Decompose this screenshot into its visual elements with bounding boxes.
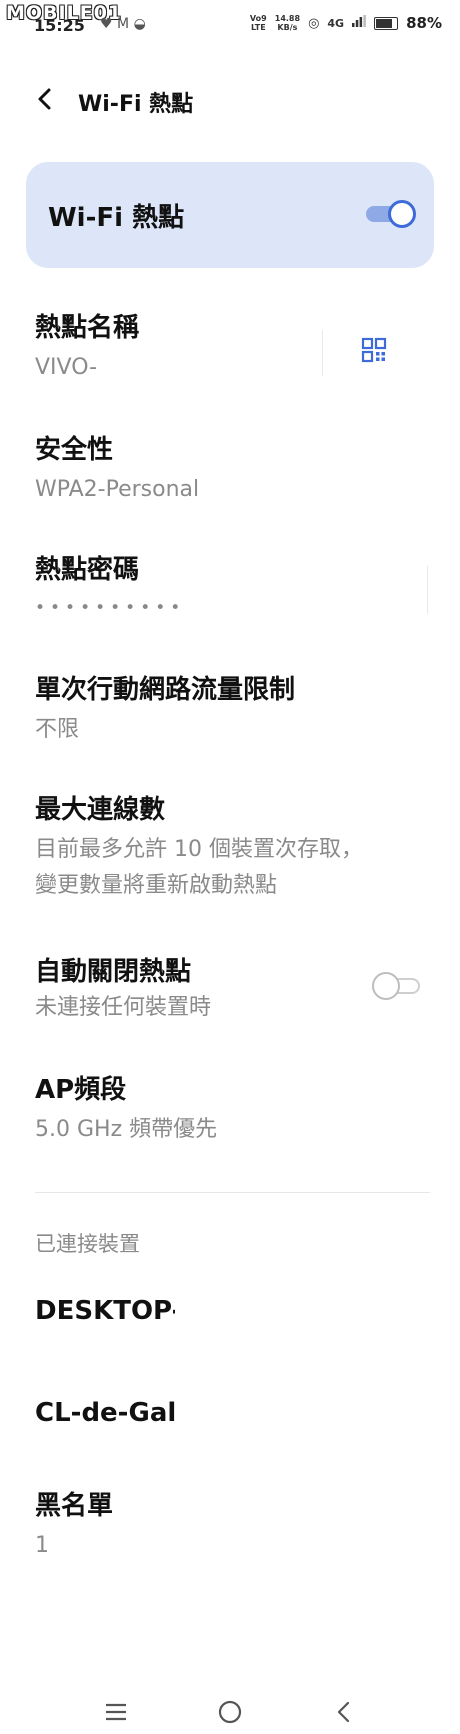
nav-back-button[interactable] (326, 1694, 362, 1730)
setting-auto-off[interactable]: 自動關閉熱點 未連接任何裝置時 (35, 954, 355, 1026)
setting-password[interactable]: 熱點密碼 •••••••••• (35, 552, 415, 618)
setting-title: 單次行動網路流量限制 (35, 675, 296, 705)
setting-title: AP頻段 (35, 1075, 127, 1105)
setting-ap-band[interactable]: AP頻段 5.0 GHz 頻帶優先 (35, 1072, 435, 1148)
setting-title: 最大連線數 (35, 795, 166, 825)
section-divider (35, 1192, 430, 1193)
switch-knob (388, 200, 416, 228)
chevron-left-icon (38, 88, 51, 110)
auto-off-switch[interactable] (372, 972, 420, 1000)
notification-icons: ♥ M ◒ (100, 16, 146, 32)
setting-value: VIVO- (35, 355, 98, 380)
setting-data-limit[interactable]: 單次行動網路流量限制 不限 (35, 672, 435, 748)
qr-code-button[interactable] (358, 334, 390, 366)
setting-title: 熱點名稱 (35, 313, 140, 343)
password-masked: •••••••••• (35, 598, 186, 618)
setting-value: 5.0 GHz 頻帶優先 (35, 1117, 218, 1142)
connected-devices-header: 已連接裝置 (35, 1232, 140, 1256)
shield-icon: ◒ (133, 16, 146, 32)
status-bar: 15:25 MOBILE01 ♥ M ◒ Vo9 LTE 14.88 KB/s … (0, 0, 460, 52)
back-arrow-icon (337, 1701, 350, 1723)
battery-icon (374, 16, 399, 30)
setting-security[interactable]: 安全性 WPA2-Personal (35, 432, 435, 508)
switch-knob (372, 972, 400, 1000)
setting-title: 黑名單 (35, 1491, 114, 1521)
mail-icon: M (117, 16, 130, 32)
hotspot-switch[interactable] (366, 200, 416, 228)
network-type: Vo9 LTE (249, 14, 267, 32)
connected-device-item[interactable]: CL-de-Gala (35, 1398, 175, 1428)
hamburger-icon (106, 1703, 126, 1721)
app-header: Wi-Fi 熱點 (0, 78, 460, 122)
system-nav-bar (0, 1690, 460, 1730)
setting-blacklist[interactable]: 黑名單 1 (35, 1488, 435, 1564)
setting-title: 熱點密碼 (35, 555, 140, 585)
qr-code-icon (361, 337, 387, 363)
hotspot-toggle-card[interactable]: Wi-Fi 熱點 (26, 162, 434, 268)
connected-device-item[interactable]: DESKTOP- (35, 1296, 175, 1326)
back-button[interactable] (30, 84, 60, 114)
signal-icon (352, 15, 366, 31)
home-circle-icon (218, 1700, 242, 1724)
hotspot-icon: ◎ (308, 15, 320, 31)
hotspot-toggle-label: Wi-Fi 熱點 (48, 203, 185, 233)
setting-hotspot-name[interactable]: 熱點名稱 VIVO- (35, 310, 315, 386)
status-right: Vo9 LTE 14.88 KB/s ◎ 4G 88% (250, 14, 442, 32)
home-button[interactable] (212, 1694, 248, 1730)
battery-percent: 88% (406, 14, 442, 32)
setting-max-connections[interactable]: 最大連線數 目前最多允許 10 個裝置次存取， 變更數量將重新啟動熱點 (35, 792, 435, 904)
divider (322, 330, 323, 376)
setting-description-line1: 目前最多允許 10 個裝置次存取， (35, 837, 363, 862)
setting-title: 自動關閉熱點 (35, 957, 192, 987)
setting-value: 不限 (35, 717, 80, 742)
cellular-label: 4G (327, 16, 345, 30)
setting-value: 1 (35, 1533, 49, 1558)
chat-icon: ♥ (100, 16, 113, 32)
divider (427, 566, 428, 614)
setting-title: 安全性 (35, 435, 114, 465)
setting-value: 未連接任何裝置時 (35, 995, 212, 1020)
page-title: Wi-Fi 熱點 (78, 92, 194, 117)
setting-value: WPA2-Personal (35, 477, 200, 502)
menu-button[interactable] (98, 1694, 134, 1730)
setting-description-line2: 變更數量將重新啟動熱點 (35, 873, 278, 898)
network-speed: 14.88 KB/s (274, 14, 301, 32)
